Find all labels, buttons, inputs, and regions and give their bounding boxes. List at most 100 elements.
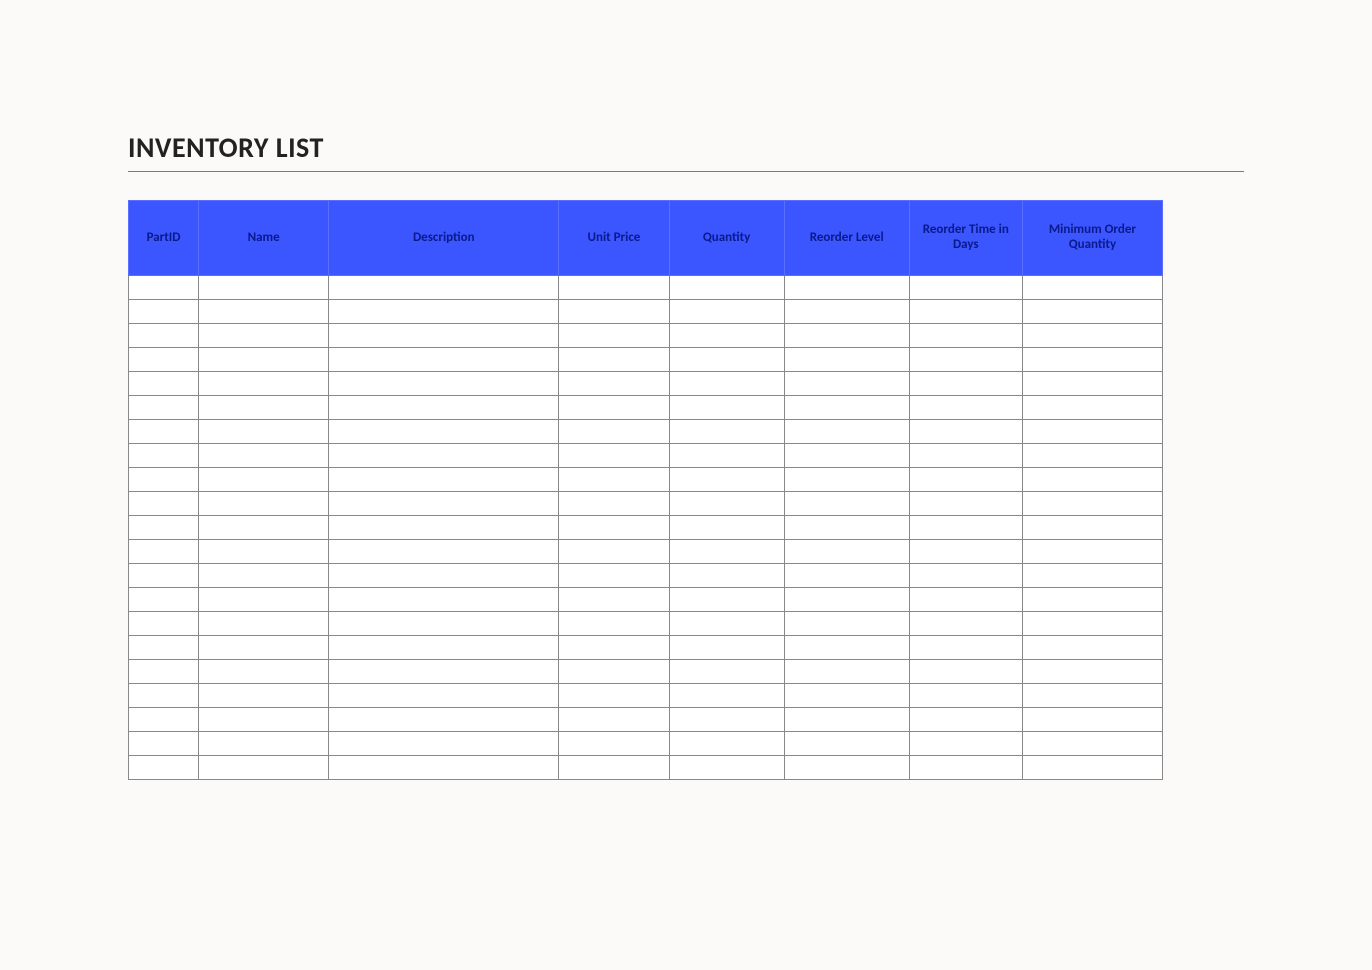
table-cell[interactable] <box>669 372 784 396</box>
table-cell[interactable] <box>559 276 669 300</box>
table-cell[interactable] <box>909 444 1022 468</box>
table-cell[interactable] <box>1022 324 1162 348</box>
table-cell[interactable] <box>199 396 329 420</box>
table-cell[interactable] <box>784 492 909 516</box>
table-cell[interactable] <box>199 660 329 684</box>
table-cell[interactable] <box>784 468 909 492</box>
table-cell[interactable] <box>329 660 559 684</box>
table-cell[interactable] <box>559 372 669 396</box>
table-cell[interactable] <box>559 348 669 372</box>
table-cell[interactable] <box>784 660 909 684</box>
table-cell[interactable] <box>129 420 199 444</box>
table-cell[interactable] <box>1022 372 1162 396</box>
table-cell[interactable] <box>559 756 669 780</box>
table-cell[interactable] <box>909 300 1022 324</box>
table-cell[interactable] <box>784 756 909 780</box>
table-cell[interactable] <box>909 612 1022 636</box>
table-cell[interactable] <box>129 468 199 492</box>
table-cell[interactable] <box>669 348 784 372</box>
table-cell[interactable] <box>669 444 784 468</box>
table-cell[interactable] <box>909 396 1022 420</box>
table-cell[interactable] <box>129 492 199 516</box>
table-cell[interactable] <box>129 516 199 540</box>
table-cell[interactable] <box>199 324 329 348</box>
table-cell[interactable] <box>559 540 669 564</box>
table-cell[interactable] <box>1022 684 1162 708</box>
table-cell[interactable] <box>669 276 784 300</box>
table-cell[interactable] <box>1022 516 1162 540</box>
table-cell[interactable] <box>199 372 329 396</box>
table-cell[interactable] <box>1022 300 1162 324</box>
table-cell[interactable] <box>1022 636 1162 660</box>
table-cell[interactable] <box>199 732 329 756</box>
table-cell[interactable] <box>329 564 559 588</box>
table-cell[interactable] <box>1022 276 1162 300</box>
table-cell[interactable] <box>129 540 199 564</box>
table-cell[interactable] <box>784 540 909 564</box>
table-cell[interactable] <box>559 396 669 420</box>
table-cell[interactable] <box>669 468 784 492</box>
table-cell[interactable] <box>199 756 329 780</box>
table-cell[interactable] <box>329 444 559 468</box>
table-cell[interactable] <box>784 636 909 660</box>
table-cell[interactable] <box>559 612 669 636</box>
table-cell[interactable] <box>199 300 329 324</box>
table-cell[interactable] <box>199 540 329 564</box>
table-cell[interactable] <box>559 588 669 612</box>
table-cell[interactable] <box>784 732 909 756</box>
table-cell[interactable] <box>669 420 784 444</box>
table-cell[interactable] <box>199 588 329 612</box>
table-cell[interactable] <box>329 492 559 516</box>
table-cell[interactable] <box>784 588 909 612</box>
table-cell[interactable] <box>129 732 199 756</box>
table-cell[interactable] <box>129 588 199 612</box>
table-cell[interactable] <box>329 516 559 540</box>
table-cell[interactable] <box>784 564 909 588</box>
table-cell[interactable] <box>329 468 559 492</box>
table-cell[interactable] <box>909 588 1022 612</box>
table-cell[interactable] <box>559 732 669 756</box>
table-cell[interactable] <box>559 636 669 660</box>
table-cell[interactable] <box>784 300 909 324</box>
table-cell[interactable] <box>909 636 1022 660</box>
table-cell[interactable] <box>909 732 1022 756</box>
table-cell[interactable] <box>909 516 1022 540</box>
table-cell[interactable] <box>199 492 329 516</box>
table-cell[interactable] <box>199 468 329 492</box>
table-cell[interactable] <box>559 684 669 708</box>
table-cell[interactable] <box>1022 348 1162 372</box>
table-cell[interactable] <box>329 732 559 756</box>
table-cell[interactable] <box>129 396 199 420</box>
table-cell[interactable] <box>329 276 559 300</box>
table-cell[interactable] <box>199 612 329 636</box>
table-cell[interactable] <box>909 492 1022 516</box>
table-cell[interactable] <box>669 588 784 612</box>
table-cell[interactable] <box>199 444 329 468</box>
table-cell[interactable] <box>669 756 784 780</box>
table-cell[interactable] <box>1022 612 1162 636</box>
table-cell[interactable] <box>1022 492 1162 516</box>
table-cell[interactable] <box>559 564 669 588</box>
table-cell[interactable] <box>559 516 669 540</box>
table-cell[interactable] <box>669 612 784 636</box>
table-cell[interactable] <box>669 300 784 324</box>
table-cell[interactable] <box>909 420 1022 444</box>
table-cell[interactable] <box>909 468 1022 492</box>
table-cell[interactable] <box>129 708 199 732</box>
table-cell[interactable] <box>909 540 1022 564</box>
table-cell[interactable] <box>909 708 1022 732</box>
table-cell[interactable] <box>669 660 784 684</box>
table-cell[interactable] <box>199 636 329 660</box>
table-cell[interactable] <box>784 324 909 348</box>
table-cell[interactable] <box>199 420 329 444</box>
table-cell[interactable] <box>909 660 1022 684</box>
table-cell[interactable] <box>669 516 784 540</box>
table-cell[interactable] <box>784 684 909 708</box>
table-cell[interactable] <box>784 612 909 636</box>
table-cell[interactable] <box>129 756 199 780</box>
table-cell[interactable] <box>1022 444 1162 468</box>
table-cell[interactable] <box>669 540 784 564</box>
table-cell[interactable] <box>329 612 559 636</box>
table-cell[interactable] <box>559 468 669 492</box>
table-cell[interactable] <box>199 564 329 588</box>
